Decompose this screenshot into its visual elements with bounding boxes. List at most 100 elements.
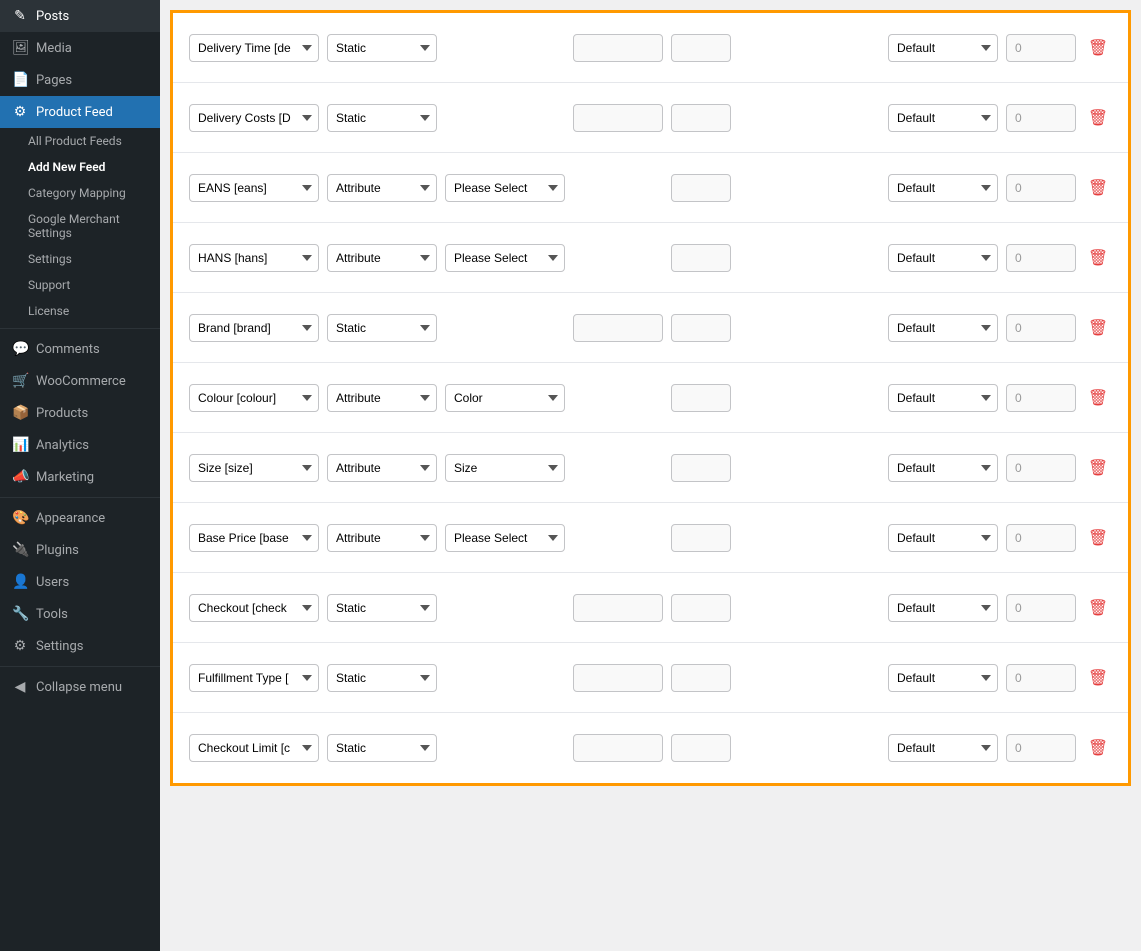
type-dropdown-10[interactable]: StaticAttribute xyxy=(327,664,437,692)
delete-button-11[interactable]: 🗑 xyxy=(1084,738,1112,758)
type-dropdown-1[interactable]: StaticAttribute xyxy=(327,34,437,62)
type-dropdown-9[interactable]: StaticAttribute xyxy=(327,594,437,622)
delete-button-5[interactable]: 🗑 xyxy=(1084,318,1112,338)
field-select-6[interactable]: Colour [colour] xyxy=(189,384,319,412)
prepend-field-7[interactable] xyxy=(671,454,731,482)
type-dropdown-5[interactable]: StaticAttribute xyxy=(327,314,437,342)
default-dropdown-2[interactable]: Default xyxy=(888,104,998,132)
delete-button-1[interactable]: 🗑 xyxy=(1084,38,1112,58)
type-dropdown-11[interactable]: StaticAttribute xyxy=(327,734,437,762)
attr-dropdown-7[interactable]: Please SelectColorSize xyxy=(445,454,565,482)
prepend-field-9[interactable] xyxy=(671,594,731,622)
prepend-field-11[interactable] xyxy=(671,734,731,762)
sidebar-item-woocommerce[interactable]: 🛒 WooCommerce xyxy=(0,365,160,397)
sidebar-item-google-settings[interactable]: Google Merchant Settings xyxy=(0,206,160,246)
sidebar-item-category-mapping[interactable]: Category Mapping xyxy=(0,180,160,206)
default-dropdown-10[interactable]: Default xyxy=(888,664,998,692)
field-select-3[interactable]: EANS [eans] xyxy=(189,174,319,202)
default-dropdown-8[interactable]: Default xyxy=(888,524,998,552)
field-select-5[interactable]: Brand [brand] xyxy=(189,314,319,342)
default-dropdown-5[interactable]: Default xyxy=(888,314,998,342)
priority-field-11[interactable] xyxy=(1006,734,1076,762)
priority-field-10[interactable] xyxy=(1006,664,1076,692)
priority-field-4[interactable] xyxy=(1006,244,1076,272)
type-dropdown-8[interactable]: StaticAttribute xyxy=(327,524,437,552)
delete-button-6[interactable]: 🗑 xyxy=(1084,388,1112,408)
sidebar-item-pages[interactable]: 📄 Pages xyxy=(0,64,160,96)
prepend-field-1[interactable] xyxy=(671,34,731,62)
type-dropdown-3[interactable]: StaticAttribute xyxy=(327,174,437,202)
prepend-field-5[interactable] xyxy=(671,314,731,342)
sidebar-item-product-feed[interactable]: ⚙ Product Feed xyxy=(0,96,160,128)
default-dropdown-4[interactable]: Default xyxy=(888,244,998,272)
sidebar-item-products[interactable]: 📦 Products xyxy=(0,397,160,429)
prepend-field-10[interactable] xyxy=(671,664,731,692)
sidebar-item-posts[interactable]: ✎ Posts xyxy=(0,0,160,32)
text-field-2[interactable] xyxy=(573,104,663,132)
text-field-9[interactable] xyxy=(573,594,663,622)
field-select-4[interactable]: HANS [hans] xyxy=(189,244,319,272)
field-select-7[interactable]: Size [size] xyxy=(189,454,319,482)
sidebar-item-add-feed[interactable]: Add New Feed xyxy=(0,154,160,180)
field-select-11[interactable]: Checkout Limit [c xyxy=(189,734,319,762)
prepend-field-2[interactable] xyxy=(671,104,731,132)
priority-field-3[interactable] xyxy=(1006,174,1076,202)
sidebar-item-license[interactable]: License xyxy=(0,298,160,324)
type-dropdown-6[interactable]: StaticAttribute xyxy=(327,384,437,412)
text-field-5[interactable] xyxy=(573,314,663,342)
sidebar-item-appearance[interactable]: 🎨 Appearance xyxy=(0,502,160,534)
default-dropdown-11[interactable]: Default xyxy=(888,734,998,762)
delete-button-4[interactable]: 🗑 xyxy=(1084,248,1112,268)
sidebar-item-tools[interactable]: 🔧 Tools xyxy=(0,598,160,630)
default-dropdown-6[interactable]: Default xyxy=(888,384,998,412)
default-dropdown-1[interactable]: Default xyxy=(888,34,998,62)
sidebar-item-collapse[interactable]: ◀ Collapse menu xyxy=(0,671,160,703)
delete-button-3[interactable]: 🗑 xyxy=(1084,178,1112,198)
sidebar-item-all-feeds[interactable]: All Product Feeds xyxy=(0,128,160,154)
sidebar-item-media[interactable]: 🖼 Media xyxy=(0,32,160,64)
prepend-field-6[interactable] xyxy=(671,384,731,412)
sidebar-item-support[interactable]: Support xyxy=(0,272,160,298)
default-dropdown-9[interactable]: Default xyxy=(888,594,998,622)
prepend-field-4[interactable] xyxy=(671,244,731,272)
type-dropdown-2[interactable]: StaticAttribute xyxy=(327,104,437,132)
priority-field-6[interactable] xyxy=(1006,384,1076,412)
delete-button-8[interactable]: 🗑 xyxy=(1084,528,1112,548)
priority-field-5[interactable] xyxy=(1006,314,1076,342)
sidebar-item-users[interactable]: 👤 Users xyxy=(0,566,160,598)
delete-button-10[interactable]: 🗑 xyxy=(1084,668,1112,688)
priority-field-1[interactable] xyxy=(1006,34,1076,62)
field-select-1[interactable]: Delivery Time [de xyxy=(189,34,319,62)
text-field-1[interactable] xyxy=(573,34,663,62)
priority-field-2[interactable] xyxy=(1006,104,1076,132)
field-select-8[interactable]: Base Price [base xyxy=(189,524,319,552)
text-field-10[interactable] xyxy=(573,664,663,692)
sidebar-item-marketing[interactable]: 📣 Marketing xyxy=(0,461,160,493)
attr-dropdown-3[interactable]: Please SelectColorSize xyxy=(445,174,565,202)
priority-field-8[interactable] xyxy=(1006,524,1076,552)
sidebar-item-settings-main[interactable]: ⚙ Settings xyxy=(0,630,160,662)
sidebar-item-plugins[interactable]: 🔌 Plugins xyxy=(0,534,160,566)
type-dropdown-7[interactable]: StaticAttribute xyxy=(327,454,437,482)
delete-button-7[interactable]: 🗑 xyxy=(1084,458,1112,478)
default-dropdown-3[interactable]: Default xyxy=(888,174,998,202)
field-select-9[interactable]: Checkout [check xyxy=(189,594,319,622)
priority-input-8 xyxy=(1006,524,1076,552)
delete-button-9[interactable]: 🗑 xyxy=(1084,598,1112,618)
attr-dropdown-4[interactable]: Please SelectColorSize xyxy=(445,244,565,272)
default-dropdown-7[interactable]: Default xyxy=(888,454,998,482)
prepend-field-8[interactable] xyxy=(671,524,731,552)
delete-button-2[interactable]: 🗑 xyxy=(1084,108,1112,128)
text-field-11[interactable] xyxy=(573,734,663,762)
sidebar-item-analytics[interactable]: 📊 Analytics xyxy=(0,429,160,461)
priority-field-7[interactable] xyxy=(1006,454,1076,482)
field-select-2[interactable]: Delivery Costs [D xyxy=(189,104,319,132)
sidebar-item-comments[interactable]: 💬 Comments xyxy=(0,333,160,365)
attr-dropdown-6[interactable]: Please SelectColorSize xyxy=(445,384,565,412)
prepend-field-3[interactable] xyxy=(671,174,731,202)
priority-field-9[interactable] xyxy=(1006,594,1076,622)
field-select-10[interactable]: Fulfillment Type [ xyxy=(189,664,319,692)
type-dropdown-4[interactable]: StaticAttribute xyxy=(327,244,437,272)
sidebar-item-settings[interactable]: Settings xyxy=(0,246,160,272)
attr-dropdown-8[interactable]: Please SelectColorSize xyxy=(445,524,565,552)
